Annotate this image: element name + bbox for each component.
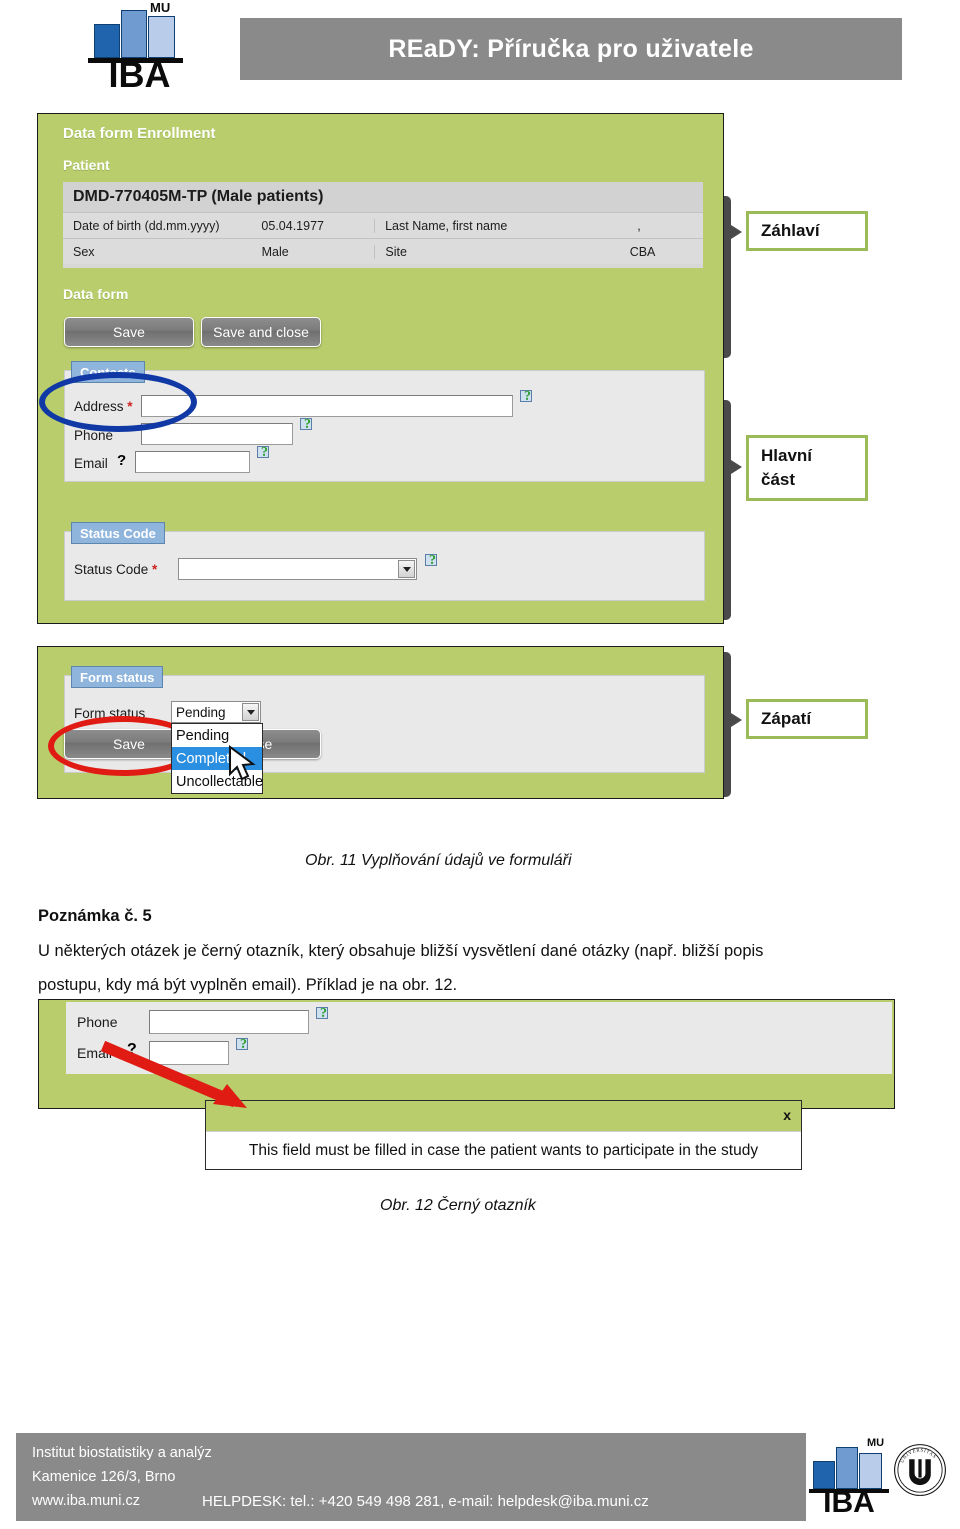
patient-code-header: DMD-770405M-TP (Male patients) xyxy=(63,182,703,212)
phone-input[interactable] xyxy=(149,1010,309,1034)
email-label: Email xyxy=(74,456,108,471)
cell-value: CBA xyxy=(629,244,656,259)
cell-value: Male xyxy=(261,244,289,259)
tab-form-status[interactable]: Form status xyxy=(71,666,164,688)
note-heading: Poznámka č. 5 xyxy=(38,907,152,925)
close-icon[interactable]: x xyxy=(783,1107,791,1123)
callout-pointer xyxy=(731,225,742,239)
note-line-1: U některých otázek je černý otazník, kte… xyxy=(38,942,764,960)
annotation-zapati-label: Zápatí xyxy=(761,709,812,728)
dropdown-option-pending[interactable]: Pending xyxy=(172,724,262,747)
status-code-label: Status Code * xyxy=(74,562,157,577)
email-input[interactable] xyxy=(135,451,250,473)
tab-status-code[interactable]: Status Code xyxy=(71,522,165,544)
page-title: REaDY: Příručka pro uživatele xyxy=(388,34,754,63)
help-icon[interactable]: ? xyxy=(425,553,440,569)
save-and-close-button[interactable]: Save and close xyxy=(201,317,321,347)
masaryk-university-seal-icon: UNIVERSITAS xyxy=(894,1444,946,1496)
help-icon[interactable]: ? xyxy=(257,445,272,461)
red-arrow-annotation xyxy=(100,1040,247,1108)
cell-label: Date of birth (dd.mm.yyyy) xyxy=(73,218,220,233)
callout-pointer xyxy=(731,460,742,474)
cell-label: Site xyxy=(374,244,567,259)
chevron-down-icon[interactable] xyxy=(398,560,415,578)
page-footer: Institut biostatistiky a analýz Kamenice… xyxy=(16,1433,946,1521)
document-title-bar: REaDY: Příručka pro uživatele xyxy=(240,18,902,80)
chevron-down-icon[interactable] xyxy=(242,703,259,721)
help-icon[interactable]: ? xyxy=(300,417,315,433)
iba-logo-wordmark: IBA xyxy=(108,54,171,95)
status-code-select[interactable] xyxy=(178,558,417,580)
tooltip-header: x xyxy=(206,1101,801,1132)
cell-value: , xyxy=(637,218,641,233)
table-row: Sex Male Site CBA xyxy=(63,238,703,264)
footer-institute: Institut biostatistiky a analýz xyxy=(32,1445,212,1461)
tooltip-text: This field must be filled in case the pa… xyxy=(248,1141,759,1159)
data-form-title: Data form xyxy=(63,286,129,302)
figure11-caption: Obr. 11 Vyplňování údajů ve formuláři xyxy=(305,852,572,869)
help-icon[interactable]: ? xyxy=(520,389,535,405)
black-question-mark-icon[interactable]: ? xyxy=(117,452,126,469)
form-status-select[interactable]: Pending xyxy=(171,701,261,723)
iba-logo: IBA MU xyxy=(70,0,190,95)
mu-superscript-label: MU xyxy=(867,1437,885,1449)
patient-section-title: Patient xyxy=(63,157,110,173)
help-tooltip: x This field must be filled in case the … xyxy=(205,1100,802,1170)
phone-label: Phone xyxy=(77,1014,118,1030)
status-code-label-text: Status Code xyxy=(74,562,149,577)
form-status-value: Pending xyxy=(176,704,226,720)
footer-background: Institut biostatistiky a analýz Kamenice… xyxy=(16,1433,806,1521)
annotation-hlavni-line2: část xyxy=(761,470,796,489)
page-header: IBA MU REaDY: Příručka pro uživatele xyxy=(0,0,960,100)
footer-helpdesk: HELPDESK: tel.: +420 549 498 281, e-mail… xyxy=(202,1493,649,1510)
patient-info-table: DMD-770405M-TP (Male patients) Date of b… xyxy=(63,182,703,268)
figure11-upper-screenshot: Data form Enrollment Patient DMD-770405M… xyxy=(37,113,724,624)
annotation-hlavni-line1: Hlavní xyxy=(761,446,813,465)
blue-highlight-ellipse xyxy=(39,372,197,432)
iba-logo-wordmark: IBA xyxy=(823,1486,875,1519)
enrollment-title: Data form Enrollment xyxy=(63,125,216,142)
save-button[interactable]: Save xyxy=(64,317,194,347)
annotation-hlavni-cast: Hlavní část xyxy=(746,435,868,501)
mu-superscript-label: MU xyxy=(150,0,171,15)
footer-address: Kamenice 126/3, Brno xyxy=(32,1469,176,1485)
callout-pointer xyxy=(731,713,742,727)
mouse-cursor-icon xyxy=(229,745,256,781)
help-icon[interactable]: ? xyxy=(316,1006,331,1022)
iba-logo-bars-icon xyxy=(813,1445,885,1489)
cell-value: 05.04.1977 xyxy=(261,218,324,233)
annotation-zahlavi-label: Záhlaví xyxy=(761,221,820,240)
address-input[interactable] xyxy=(141,395,513,417)
cell-label: Last Name, first name xyxy=(374,218,567,233)
footer-logos: IBA MU UNIVERSITAS xyxy=(809,1435,946,1521)
footer-web[interactable]: www.iba.muni.cz xyxy=(32,1493,140,1509)
table-row: Date of birth (dd.mm.yyyy) 05.04.1977 La… xyxy=(63,212,703,238)
figure12-caption: Obr. 12 Černý otazník xyxy=(380,1197,536,1214)
required-marker: * xyxy=(148,562,158,577)
annotation-zahlavi: Záhlaví xyxy=(746,211,868,251)
annotation-zapati: Zápatí xyxy=(746,699,868,739)
cell-label: Sex xyxy=(73,244,95,259)
